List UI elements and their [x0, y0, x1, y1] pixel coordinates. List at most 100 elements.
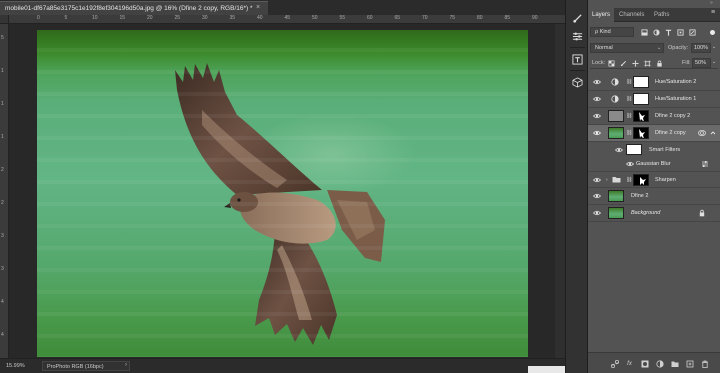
smart-filters-label[interactable]: Smart Filters — [649, 147, 680, 153]
color-profile-label: ProPhoto RGB (16bpc) — [47, 364, 104, 370]
ruler-origin[interactable] — [0, 15, 9, 24]
ruler-tick-label: 3 — [1, 233, 4, 239]
filter-type-icon[interactable] — [664, 28, 672, 36]
smart-object-thumbnail[interactable] — [608, 127, 624, 139]
visibility-eye-icon[interactable] — [593, 177, 601, 183]
layer-row-dfine-2-copy[interactable]: ⛓ Dfine 2 copy — [588, 125, 720, 142]
status-expand-arrow-icon[interactable]: › — [125, 362, 127, 368]
ruler-tick-label: 4 — [1, 299, 4, 305]
visibility-eye-icon[interactable] — [593, 96, 601, 102]
layer-row-dfine-2-copy-2[interactable]: ⛓ Dfine 2 copy 2 — [588, 108, 720, 125]
layer-row-dfine-2[interactable]: Dfine 2 — [588, 188, 720, 205]
filter-smart-object-icon[interactable] — [688, 28, 696, 36]
mask-link-icon[interactable]: ⛓ — [626, 79, 632, 86]
ruler-tick-label: 70 — [422, 15, 428, 21]
filter-pixel-icon[interactable] — [640, 28, 648, 36]
new-group-folder-icon[interactable] — [670, 359, 679, 368]
group-mask-thumbnail[interactable] — [633, 174, 649, 186]
lock-position-icon[interactable] — [631, 59, 639, 67]
layer-name[interactable]: Dfine 2 copy 2 — [655, 113, 690, 119]
fill-input[interactable]: 50% — [692, 58, 711, 68]
new-adjustment-layer-icon[interactable] — [655, 359, 664, 368]
layer-name[interactable]: Hue/Saturation 2 — [655, 79, 696, 85]
layer-mask-thumbnail[interactable] — [633, 76, 649, 88]
layer-name[interactable]: Sharpen — [655, 177, 676, 183]
brush-settings-icon[interactable] — [571, 12, 584, 25]
expand-group-chevron-icon[interactable]: › — [606, 177, 608, 183]
ruler-vertical[interactable]: 5 1 1 1 2 2 3 3 4 4 — [0, 15, 9, 358]
canvas-area[interactable] — [9, 24, 565, 358]
layer-row-hue-saturation-1[interactable]: ⛓ Hue/Saturation 1 — [588, 91, 720, 108]
ruler-tick-label: 60 — [367, 15, 373, 21]
lock-transparent-pixels-icon[interactable] — [607, 59, 615, 67]
add-mask-icon[interactable] — [640, 359, 649, 368]
smart-filter-indicator-icon[interactable] — [698, 129, 706, 137]
visibility-eye-icon[interactable] — [593, 130, 601, 136]
mask-link-icon[interactable]: ⛓ — [626, 130, 632, 137]
layer-mask-thumbnail[interactable] — [633, 127, 649, 139]
layer-row-sharpen-group[interactable]: › ⛓ Sharpen — [588, 171, 720, 188]
tab-paths[interactable]: Paths — [650, 8, 673, 22]
lock-artboard-icon[interactable] — [643, 59, 651, 67]
filter-row-gaussian-blur[interactable]: Gaussian Blur — [588, 157, 720, 171]
layer-name[interactable]: Dfine 2 — [631, 193, 648, 199]
character-icon[interactable] — [571, 53, 584, 66]
filter-name[interactable]: Gaussian Blur — [636, 161, 671, 167]
layer-name[interactable]: Background — [631, 210, 660, 216]
visibility-eye-icon[interactable] — [593, 210, 601, 216]
filter-toggle-icon[interactable] — [710, 30, 715, 35]
layer-row-hue-saturation-2[interactable]: ⛓ Hue/Saturation 2 — [588, 74, 720, 91]
filter-shape-icon[interactable] — [676, 28, 684, 36]
vertical-scrollbar[interactable] — [555, 24, 565, 358]
link-layers-icon[interactable] — [610, 359, 619, 368]
zoom-level[interactable]: 15.99% — [6, 363, 25, 369]
layer-name[interactable]: Hue/Saturation 1 — [655, 96, 696, 102]
collapse-chevron-icon[interactable] — [709, 129, 717, 137]
tab-channels[interactable]: Channels — [615, 8, 648, 22]
lock-all-icon[interactable] — [655, 59, 663, 67]
hue-saturation-adjustment-icon — [610, 93, 620, 105]
smart-filter-mask-thumbnail[interactable] — [626, 144, 642, 155]
layer-row-background[interactable]: Background — [588, 205, 720, 222]
ruler-horizontal[interactable]: 0 5 10 15 20 25 30 35 40 45 50 55 60 65 70 75 80 85 90 — [9, 15, 565, 24]
layer-name[interactable]: Dfine 2 copy — [655, 130, 686, 136]
mask-link-icon[interactable]: ⛓ — [626, 113, 632, 120]
visibility-eye-icon[interactable] — [615, 147, 623, 153]
trash-icon[interactable] — [700, 359, 709, 368]
layer-thumbnail[interactable] — [608, 110, 624, 122]
smart-filters-row[interactable]: Smart Filters — [588, 143, 720, 157]
lock-image-pixels-icon[interactable] — [619, 59, 627, 67]
fx-icon[interactable]: fx — [625, 359, 634, 368]
opacity-input[interactable]: 100% — [691, 43, 711, 53]
visibility-eye-icon[interactable] — [593, 79, 601, 85]
ruler-tick-label: 2 — [1, 167, 4, 173]
panel-menu-icon[interactable]: ≡ — [711, 9, 715, 16]
filter-adjustment-icon[interactable] — [652, 28, 660, 36]
tab-layers[interactable]: Layers — [588, 8, 615, 22]
canvas-image[interactable] — [37, 30, 528, 357]
mask-link-icon[interactable]: ⛓ — [626, 96, 632, 103]
color-profile-readout[interactable]: ProPhoto RGB (16bpc) — [42, 361, 130, 371]
new-layer-icon[interactable] — [685, 359, 694, 368]
adjustments-icon[interactable] — [571, 30, 584, 43]
opacity-chevron-icon[interactable]: ⌄ — [712, 44, 716, 50]
blend-mode-select[interactable]: Normal ⌄ — [590, 43, 664, 53]
collapse-panels-icon[interactable]: » — [710, 0, 713, 6]
layer-thumbnail[interactable] — [608, 207, 624, 219]
ruler-tick-label: 4 — [1, 332, 4, 338]
lock-icon[interactable] — [698, 209, 706, 217]
document-tab[interactable]: mobile01-df67a85e3175c1e192f8ef304196d50… — [0, 1, 268, 15]
close-tab-icon[interactable]: × — [256, 4, 260, 11]
layer-mask-thumbnail[interactable] — [633, 110, 649, 122]
visibility-eye-icon[interactable] — [593, 113, 601, 119]
3d-icon[interactable] — [571, 76, 584, 89]
layer-thumbnail[interactable] — [608, 190, 624, 202]
fill-chevron-icon[interactable]: ⌄ — [712, 59, 716, 65]
filter-kind-select[interactable]: ρ Kind — [590, 27, 634, 37]
layer-mask-thumbnail[interactable] — [633, 93, 649, 105]
visibility-eye-icon[interactable] — [626, 161, 634, 167]
mask-link-icon[interactable]: ⛓ — [626, 177, 632, 184]
ruler-tick-label: 10 — [92, 15, 98, 21]
visibility-eye-icon[interactable] — [593, 193, 601, 199]
filter-blending-options-icon[interactable] — [701, 160, 709, 168]
